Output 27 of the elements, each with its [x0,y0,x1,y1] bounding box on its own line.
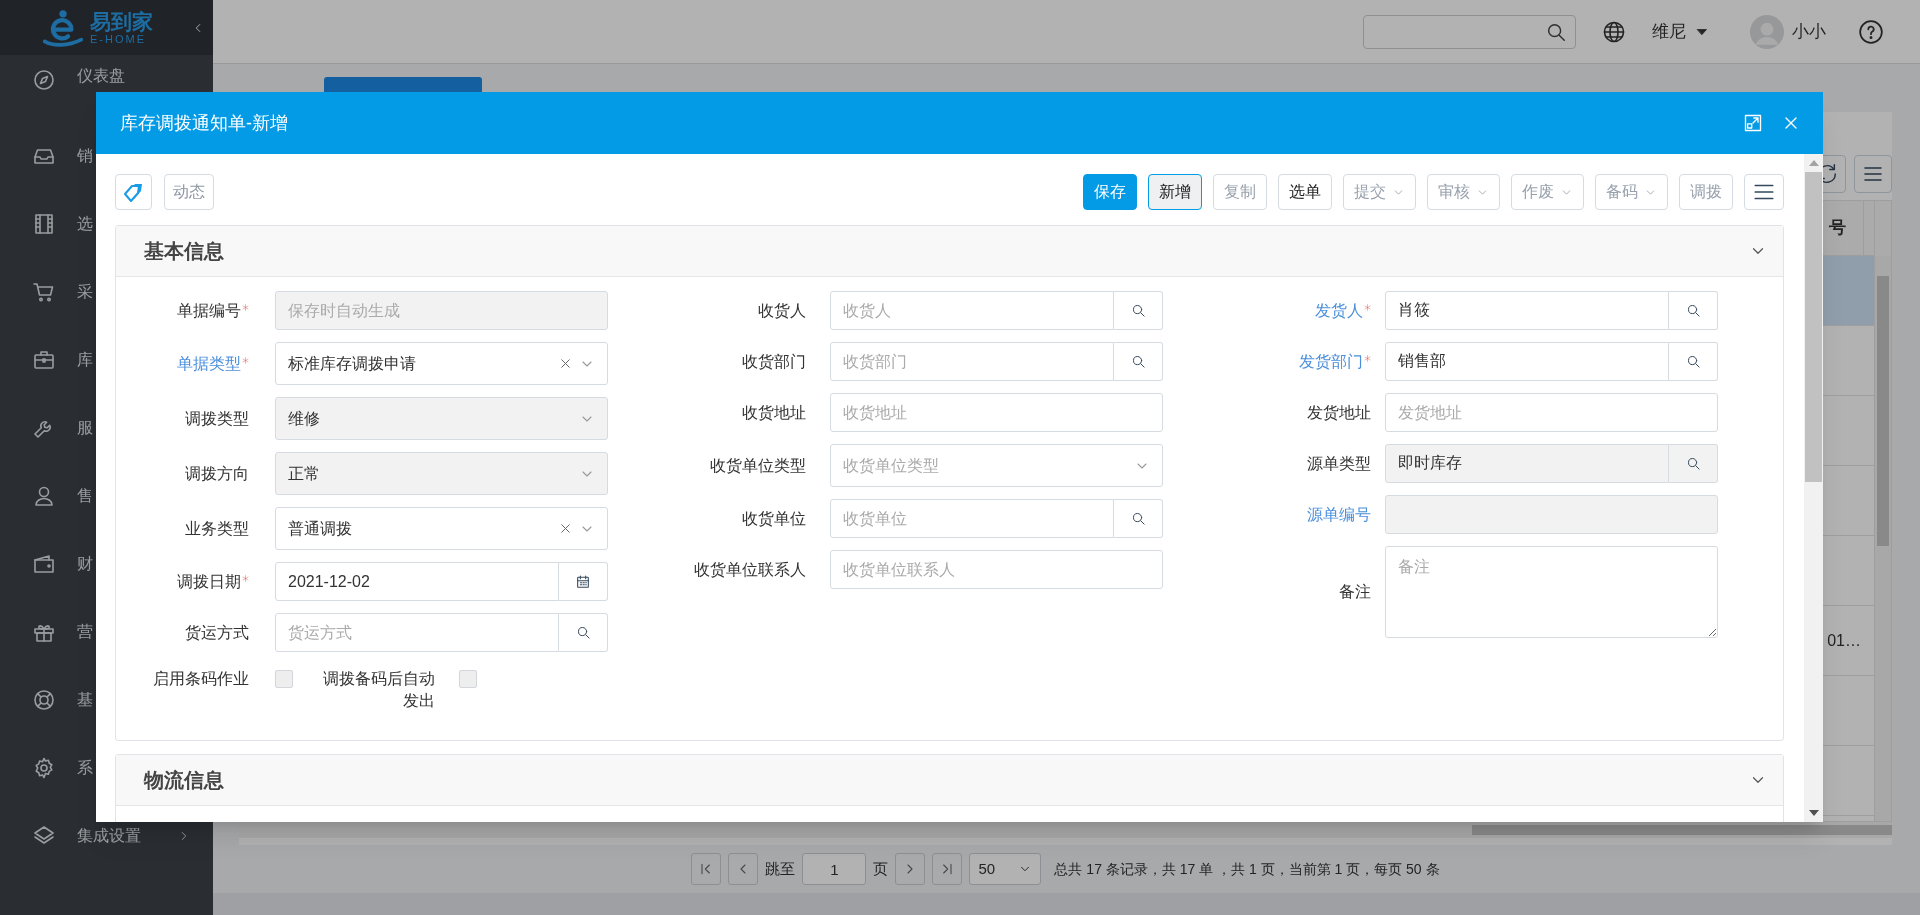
checkbox-label: 调拨备码后自动发出 [322,669,435,711]
field-label: 调拨类型 [185,408,249,429]
field-label: 单据编号 [177,300,241,321]
field-label: 调拨方向 [185,463,249,484]
field-label: 收货单位联系人 [694,559,806,580]
field-label: 备注 [1339,582,1371,602]
table-cell-text: 01… [1827,630,1861,651]
field-label: 收货部门 [742,351,806,372]
field-label: 收货单位类型 [710,455,806,476]
jump-label: 跳至 [765,858,796,879]
field-label: 源单类型 [1307,453,1371,474]
field-label: 货运方式 [185,622,249,643]
field-label: 收货地址 [742,402,806,423]
section-title: 基本信息 [144,239,224,264]
field-label: 发货地址 [1307,402,1371,423]
user-name: 小小 [1792,20,1826,43]
page-unit-label: 页 [873,858,889,879]
field-label: 调拨日期 [177,571,241,592]
section-title: 物流信息 [144,768,224,793]
dialog-title: 库存调拨通知单-新增 [120,111,288,135]
logo-text: 易到家 [90,10,153,32]
field-label: 收货人 [758,300,806,321]
field-label: 收货单位 [742,508,806,529]
logo-tagline: E-HOME [90,33,146,45]
pagination-summary: 总共 17 条记录，共 17 单 ，共 1 页，当前第 1 页，每页 50 条 [1054,859,1440,879]
field-label: 业务类型 [185,518,249,539]
checkbox-label: 启用条码作业 [152,669,249,689]
